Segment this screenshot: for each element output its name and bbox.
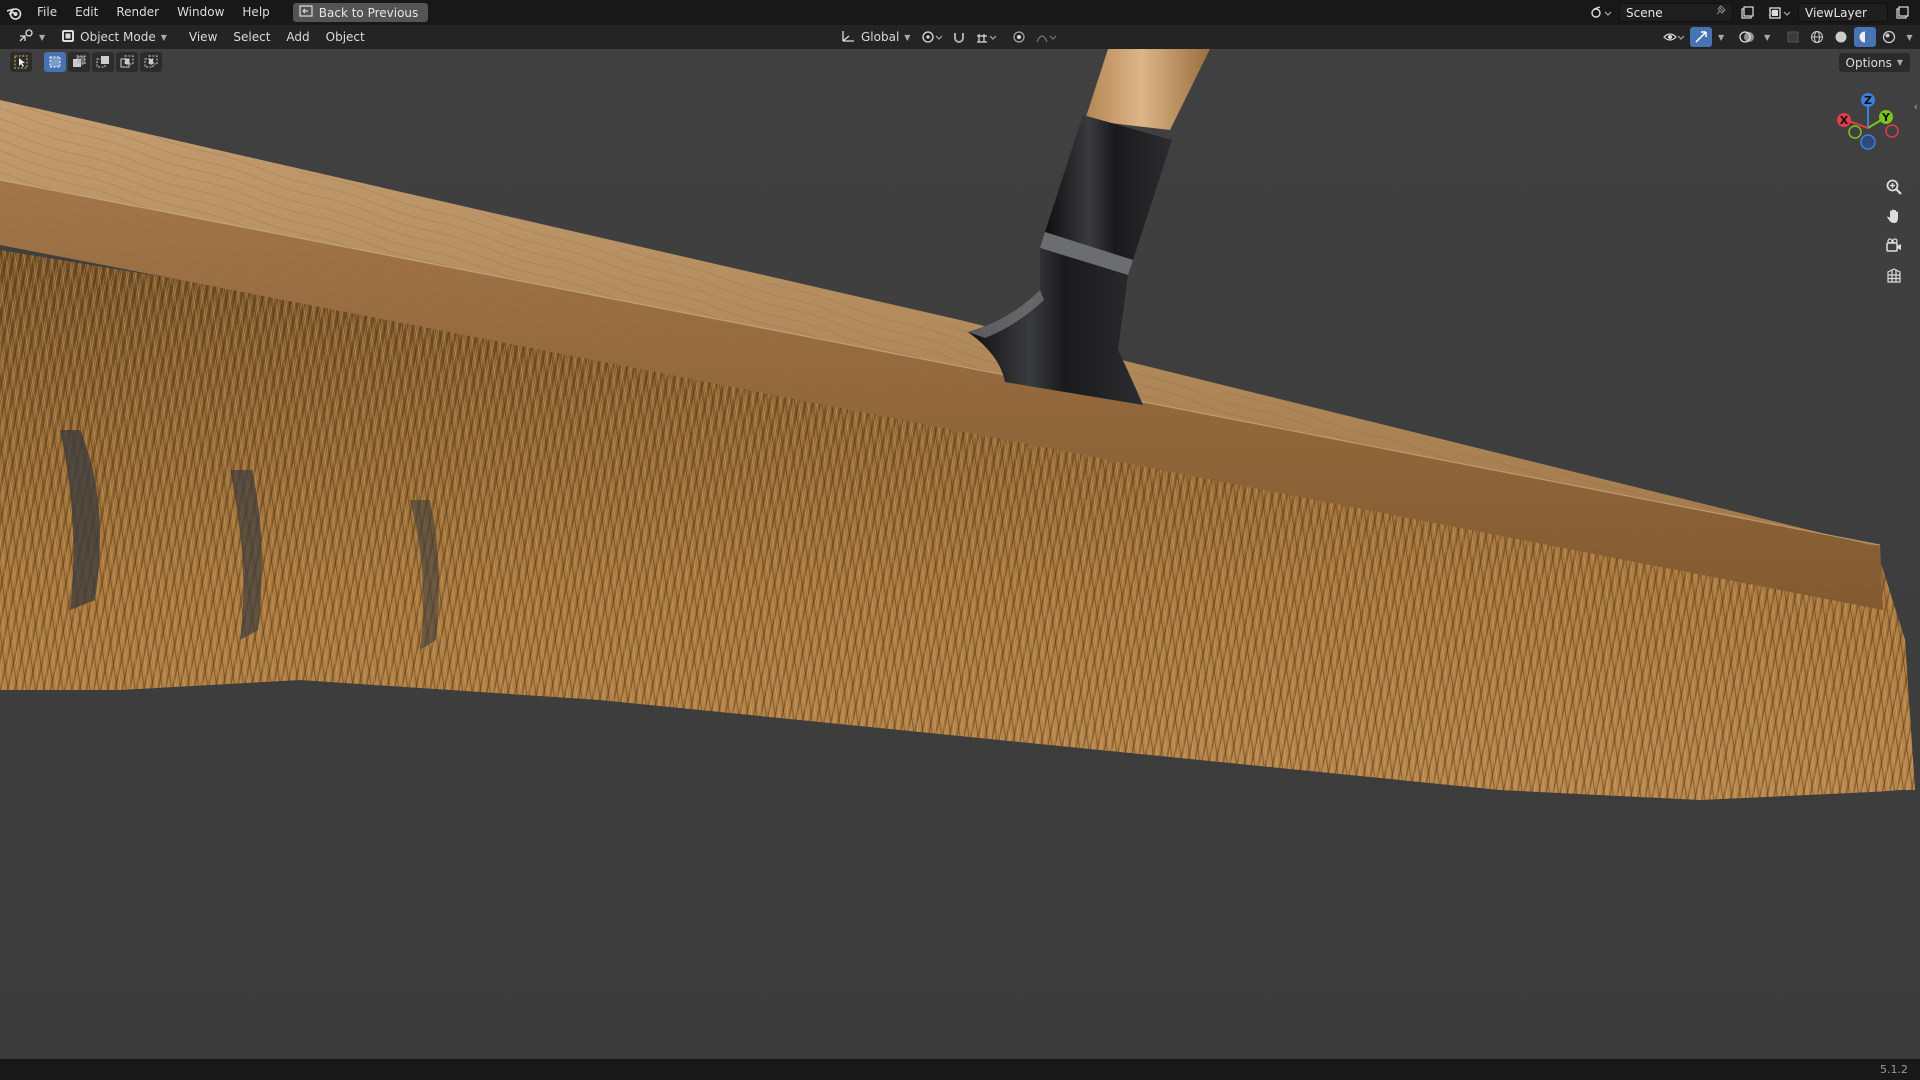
back-to-previous-label: Back to Previous (318, 5, 419, 20)
pan-hand-icon[interactable] (1881, 203, 1907, 229)
select-tool-icon[interactable] (10, 52, 32, 72)
xray-icon[interactable] (1782, 27, 1804, 47)
proportional-icon[interactable] (1008, 27, 1030, 47)
overlay-dropdown[interactable]: ▼ (1760, 33, 1774, 42)
select-subtract-icon[interactable] (92, 52, 114, 72)
editor-type-dropdown[interactable]: ▼ (12, 27, 51, 47)
header-view-menu[interactable]: View (181, 25, 225, 49)
back-icon (299, 5, 313, 20)
back-to-previous-button[interactable]: Back to Previous (292, 3, 429, 22)
gizmo-icon[interactable] (1690, 27, 1712, 47)
remove-layer-icon[interactable]: ✕ (1916, 3, 1920, 23)
options-label: Options (1845, 55, 1892, 70)
snap-icon[interactable] (948, 27, 970, 47)
orientation-label: Global (861, 30, 900, 44)
select-new-icon[interactable] (44, 52, 66, 72)
broom-render (0, 49, 1920, 1059)
options-dropdown[interactable]: Options ▼ (1838, 53, 1910, 72)
gizmo-y-label: Y (1881, 111, 1891, 124)
zoom-icon[interactable] (1881, 174, 1907, 200)
gizmo-x-label: X (1840, 114, 1849, 127)
pin-icon[interactable] (1714, 5, 1726, 20)
view-layer-field[interactable]: ViewLayer (1798, 3, 1888, 22)
viewport-header: ▼ Object Mode ▼ View Select Add Object G… (0, 25, 1920, 49)
select-extend-icon[interactable] (68, 52, 90, 72)
header-select-menu[interactable]: Select (225, 25, 278, 49)
menu-file[interactable]: File (28, 0, 66, 25)
scene-name-field[interactable]: Scene (1619, 3, 1733, 22)
object-mode-icon (61, 29, 75, 46)
gizmo-dropdown[interactable]: ▼ (1714, 33, 1728, 42)
selection-mode-row (10, 52, 162, 72)
visibility-icon[interactable] (1660, 27, 1688, 47)
shading-dropdown[interactable]: ▼ (1902, 33, 1916, 42)
version-label: 5.1.2 (1880, 1063, 1908, 1076)
sidebar-toggle-icon[interactable]: ‹ (1914, 100, 1918, 113)
select-invert-icon[interactable] (116, 52, 138, 72)
scene-icon[interactable] (1586, 3, 1616, 23)
object-mode-label: Object Mode (80, 30, 156, 44)
camera-icon[interactable] (1881, 233, 1907, 259)
gizmo-z-label: Z (1864, 94, 1872, 107)
toolbar-toggle-icon[interactable]: › (2, 101, 6, 114)
menu-help[interactable]: Help (233, 0, 278, 25)
wireframe-shading-icon[interactable] (1806, 27, 1828, 47)
new-layer-icon[interactable] (1891, 3, 1913, 23)
select-intersect-icon[interactable] (140, 52, 162, 72)
material-shading-icon[interactable] (1854, 27, 1877, 47)
falloff-icon[interactable] (1032, 27, 1060, 47)
rendered-shading-icon[interactable] (1878, 27, 1900, 47)
header-add-menu[interactable]: Add (278, 25, 317, 49)
object-mode-dropdown[interactable]: Object Mode ▼ (55, 27, 173, 47)
orientation-dropdown[interactable]: Global ▼ (834, 27, 916, 47)
snap-target-icon[interactable] (972, 27, 1000, 47)
view-layer-name: ViewLayer (1805, 5, 1867, 20)
ortho-grid-icon[interactable] (1881, 263, 1907, 289)
orientation-icon (840, 29, 856, 46)
pivot-icon[interactable] (918, 27, 946, 47)
status-bar: 5.1.2 (0, 1059, 1920, 1080)
blender-logo-icon[interactable] (0, 6, 28, 20)
editor-type-icon (18, 28, 34, 46)
menu-edit[interactable]: Edit (66, 0, 107, 25)
3d-viewport[interactable]: Z Y X ‹ › (0, 49, 1920, 1059)
menu-render[interactable]: Render (107, 0, 168, 25)
navigation-gizmo[interactable]: Z Y X (1828, 86, 1908, 166)
menu-window[interactable]: Window (168, 0, 233, 25)
scene-name: Scene (1626, 5, 1663, 20)
solid-shading-icon[interactable] (1830, 27, 1852, 47)
new-scene-icon[interactable] (1736, 3, 1758, 23)
view-layer-icon[interactable] (1765, 3, 1795, 23)
header-object-menu[interactable]: Object (318, 25, 373, 49)
top-menu-bar: File Edit Render Window Help Back to Pre… (0, 0, 1920, 25)
overlay-icon[interactable] (1736, 27, 1758, 47)
